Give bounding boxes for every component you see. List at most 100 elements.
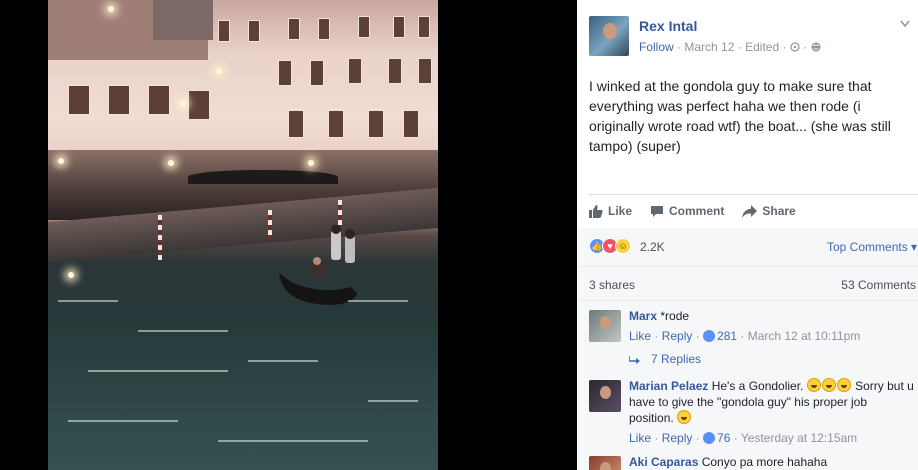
comment-reply-link[interactable]: Reply (662, 329, 693, 343)
water-reflection (138, 330, 228, 332)
comment-text: *rode (660, 309, 690, 323)
commenter-avatar[interactable] (589, 310, 621, 342)
mooring-pole (158, 215, 162, 260)
laughing-emoji-icon (806, 378, 821, 392)
window (368, 110, 384, 138)
comment-timestamp[interactable]: Yesterday at 12:15am (741, 431, 857, 445)
commenter-name[interactable]: Aki Caparas (629, 455, 698, 469)
reaction-icons[interactable]: 👍 ♥ ☺ (589, 238, 631, 254)
comment-body: Marian Pelaez He's a Gondolier. Sorry bu… (629, 378, 914, 446)
laughing-emoji-icon (677, 410, 692, 424)
comments-count[interactable]: 53 Comments (841, 278, 916, 292)
window (348, 58, 362, 84)
water-reflection (218, 440, 368, 442)
photo-viewer (0, 0, 577, 470)
comment-like-link[interactable]: Like (629, 431, 651, 445)
share-label: Share (762, 204, 796, 218)
lamp (108, 6, 114, 12)
comment-text: He's a Gondolier. (711, 379, 804, 393)
window (288, 18, 300, 40)
window (188, 90, 210, 120)
water-reflection (68, 420, 178, 422)
like-button[interactable]: Like (589, 202, 632, 220)
shares-count[interactable]: 3 shares (589, 278, 635, 292)
edited-label[interactable]: Edited (745, 40, 779, 54)
post-actions: Like Comment Share (589, 202, 814, 220)
post-text: I winked at the gondola guy to make sure… (589, 78, 891, 154)
lamp (168, 160, 174, 166)
reactions-bar: 👍 ♥ ☺ 2.2K Top Comments ▾ (577, 228, 918, 266)
post-date[interactable]: March 12 (684, 40, 734, 54)
view-replies-link[interactable]: 7 Replies (628, 352, 702, 366)
like-thumb-icon (589, 204, 603, 218)
comment-actions: Like · Reply · 281 · March 12 at 10:11pm (629, 329, 861, 343)
comment-label: Comment (669, 204, 725, 218)
comment-like-count[interactable]: 76 (703, 431, 730, 445)
commenter-avatar[interactable] (589, 380, 621, 412)
comment-reply-link[interactable]: Reply (662, 431, 693, 445)
window (288, 110, 304, 138)
comment-actions: Like · Reply · 76 · Yesterday at 12:15am (629, 431, 858, 445)
water-reflection (248, 360, 318, 362)
window (310, 60, 324, 86)
mooring-pole (338, 200, 342, 225)
comment-like-count-value: 281 (717, 329, 738, 343)
meta-separator: · (782, 40, 790, 54)
like-label: Like (608, 204, 633, 218)
lamp (68, 272, 74, 278)
author-avatar[interactable] (589, 16, 629, 56)
window (318, 18, 330, 40)
comment-body: Marx *rode Like · Reply · 281 · March 12… (629, 308, 914, 344)
comment-like-link[interactable]: Like (629, 329, 651, 343)
laughing-emoji-icon (836, 378, 851, 392)
share-arrow-icon (742, 204, 758, 218)
window (393, 16, 405, 38)
replies-count: 7 Replies (651, 352, 702, 366)
window (388, 58, 402, 84)
lamp (216, 68, 222, 74)
post-meta: Follow · March 12 · Edited · · (639, 40, 821, 54)
water-reflection (368, 400, 418, 402)
haha-reaction-icon: ☺ (615, 238, 631, 254)
author-name[interactable]: Rex Intal (639, 18, 697, 34)
comment-button[interactable]: Comment (650, 202, 724, 220)
commenter-avatar[interactable] (589, 456, 621, 470)
water-reflection (58, 300, 118, 302)
comments-list: Marx *rode Like · Reply · 281 · March 12… (577, 300, 918, 470)
window (108, 85, 130, 115)
post-photo[interactable] (48, 0, 438, 470)
top-comments-dropdown[interactable]: Top Comments ▾ (827, 240, 917, 254)
comment-timestamp[interactable]: March 12 at 10:11pm (748, 329, 861, 343)
water-reflection (88, 370, 228, 372)
like-reaction-icon (703, 432, 716, 444)
laughing-emoji-icon (821, 378, 836, 392)
share-button[interactable]: Share (742, 202, 796, 220)
comment-body: Aki Caparas Conyo pa more hahaha (629, 454, 914, 470)
window (418, 58, 432, 84)
window (328, 110, 344, 138)
lamp (58, 158, 64, 164)
top-comments-label: Top Comments (827, 240, 908, 254)
follow-link[interactable]: Follow (639, 40, 674, 54)
comment-bubble-icon (651, 205, 664, 217)
reply-arrow-icon (628, 356, 640, 364)
audience-icon[interactable] (790, 42, 800, 52)
lamp (180, 100, 186, 106)
commenter-name[interactable]: Marx (629, 309, 657, 323)
globe-icon (811, 42, 820, 52)
comment-text: Conyo pa more hahaha (701, 455, 828, 469)
mooring-pole (268, 210, 272, 240)
meta-separator: · (737, 40, 746, 54)
window (403, 110, 419, 138)
comment-like-count[interactable]: 281 (703, 329, 737, 343)
divider (589, 194, 918, 195)
commenter-name[interactable]: Marian Pelaez (629, 379, 708, 393)
comment-like-count-value: 76 (717, 431, 731, 445)
chevron-down-icon[interactable] (900, 20, 910, 28)
reaction-count[interactable]: 2.2K (640, 240, 665, 254)
water-reflection (348, 300, 408, 302)
window (278, 60, 292, 86)
window (248, 20, 260, 42)
window (218, 20, 230, 42)
window (418, 16, 430, 38)
